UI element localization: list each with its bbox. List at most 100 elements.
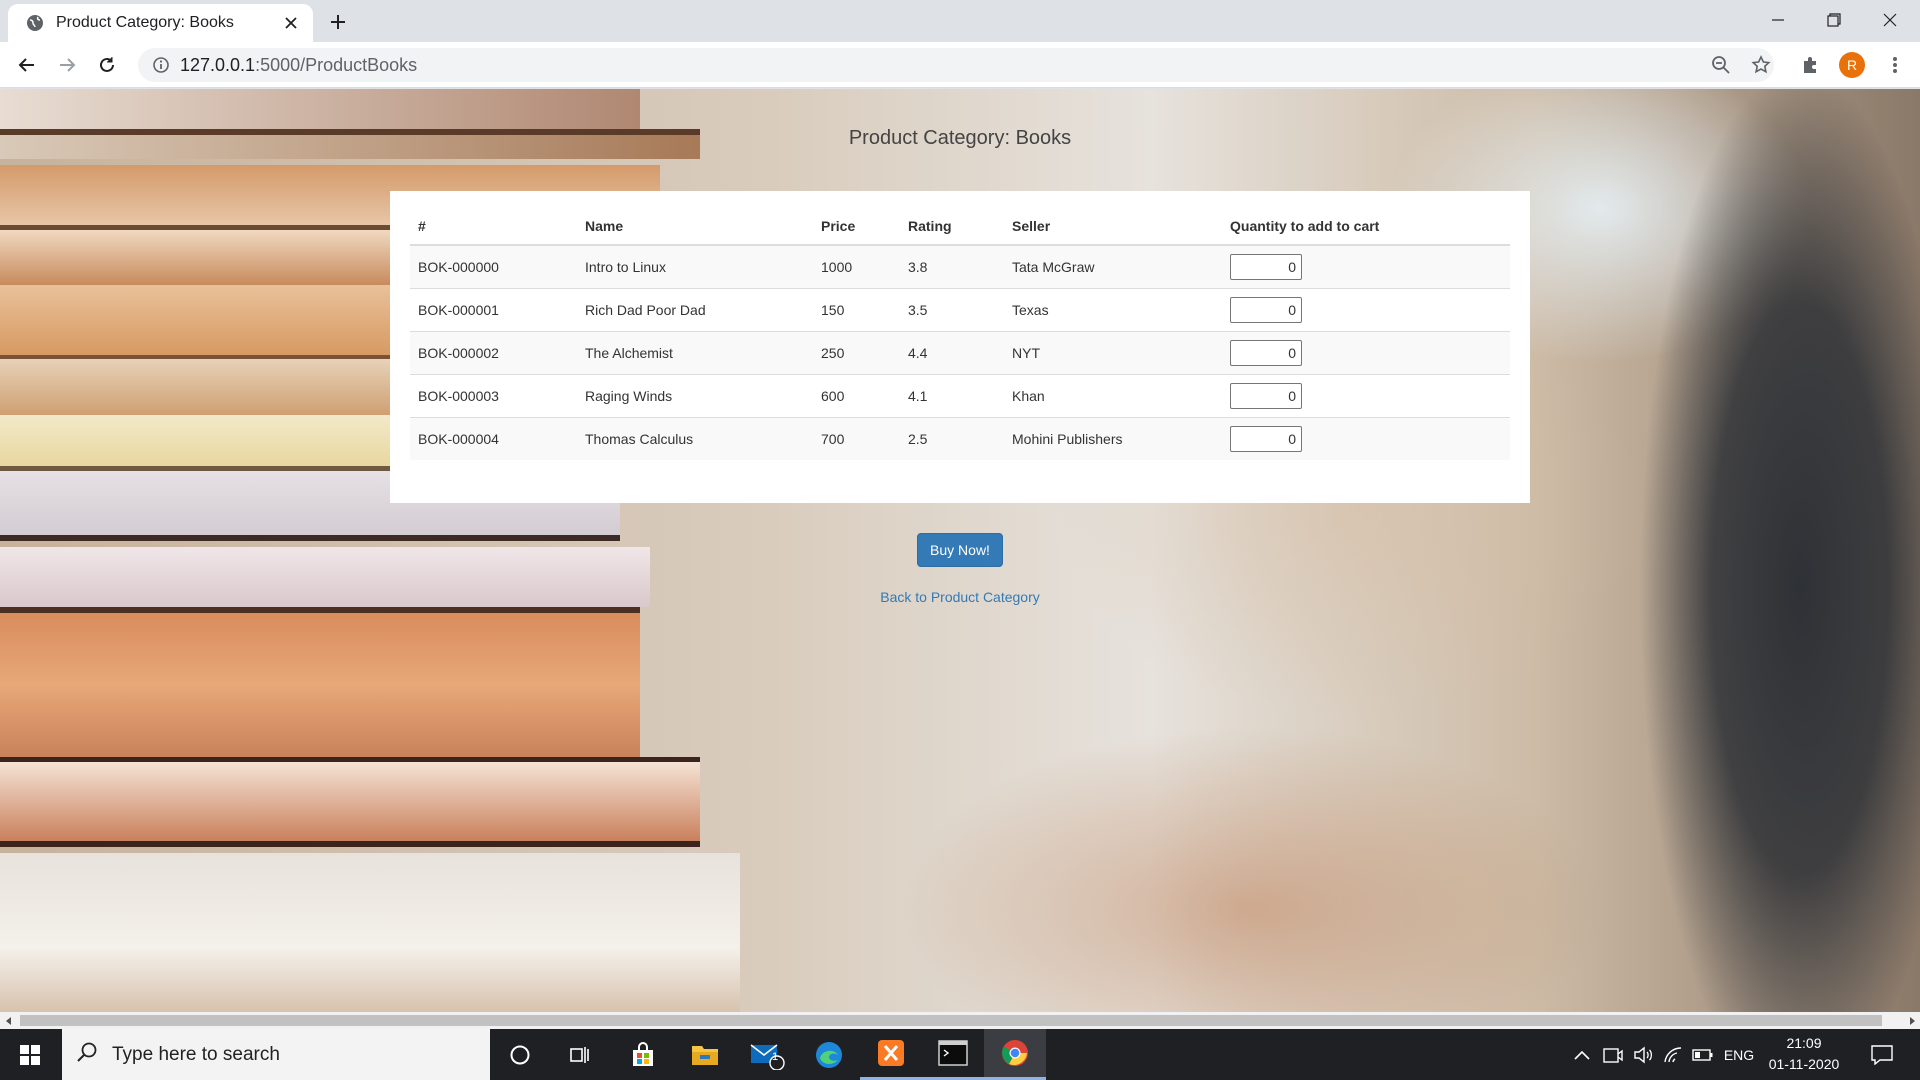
browser-tab[interactable]: Product Category: Books (8, 4, 313, 42)
back-to-category-text[interactable]: Back to Product Category (880, 589, 1040, 605)
product-price: 250 (813, 330, 900, 374)
product-price: 1000 (813, 244, 900, 288)
col-header-rating: Rating (900, 207, 1004, 246)
restore-button[interactable] (1806, 0, 1862, 40)
clock-time: 21:09 (1786, 1035, 1822, 1051)
task-view-icon[interactable] (550, 1029, 610, 1080)
edge-icon[interactable] (798, 1029, 860, 1080)
product-rating: 4.1 (900, 373, 1004, 417)
product-id: BOK-000004 (410, 416, 577, 460)
notifications-icon[interactable] (1862, 1029, 1902, 1080)
scroll-left-arrow-icon[interactable] (0, 1012, 17, 1029)
product-name: Raging Winds (577, 373, 813, 417)
extensions-puzzle-icon[interactable] (1796, 50, 1826, 80)
product-seller: Texas (1004, 287, 1222, 331)
windows-taskbar: Type here to search 1 ENG 21:09 01-11-20… (0, 1029, 1920, 1080)
language-text: ENG (1723, 1046, 1755, 1063)
product-seller: Tata McGraw (1004, 244, 1222, 288)
browser-menu-icon[interactable] (1880, 50, 1910, 80)
taskbar-search-box[interactable]: Type here to search (62, 1029, 490, 1080)
cortana-icon[interactable] (490, 1029, 550, 1080)
product-price: 150 (813, 287, 900, 331)
globe-icon (26, 14, 44, 32)
product-name: Intro to Linux (577, 244, 813, 288)
product-rating: 4.4 (900, 330, 1004, 374)
windows-start-icon[interactable] (0, 1029, 60, 1080)
scroll-right-arrow-icon[interactable] (1903, 1012, 1920, 1029)
col-header-quantity: Quantity to add to cart (1222, 207, 1510, 246)
product-seller: Khan (1004, 373, 1222, 417)
chevron-up-icon[interactable] (1566, 1029, 1598, 1080)
quantity-cell: 0 (1222, 330, 1510, 374)
horizontal-scrollbar[interactable] (0, 1012, 1920, 1029)
address-bar[interactable]: 127.0.0.1:5000/ProductBooks (138, 48, 1774, 82)
new-tab-button[interactable] (324, 8, 352, 36)
product-rating: 3.5 (900, 287, 1004, 331)
table-row: BOK-000000 Intro to Linux 1000 3.8 Tata … (410, 244, 1510, 288)
product-rating: 3.8 (900, 244, 1004, 288)
table-row: BOK-000002 The Alchemist 250 4.4 NYT 0 (410, 330, 1510, 374)
taskbar-clock[interactable]: 21:09 01-11-2020 (1754, 1033, 1854, 1075)
buy-now-button[interactable]: Buy Now! (917, 533, 1003, 567)
language-indicator[interactable]: ENG (1722, 1029, 1756, 1080)
zoom-icon[interactable] (1706, 50, 1736, 80)
page-viewport: Product Category: Books # Name Price Rat… (0, 89, 1920, 1012)
profile-avatar[interactable]: R (1839, 52, 1865, 78)
mail-icon[interactable]: 1 (736, 1029, 798, 1080)
terminal-icon[interactable] (922, 1029, 984, 1080)
xampp-icon[interactable] (860, 1029, 922, 1080)
table-row: BOK-000004 Thomas Calculus 700 2.5 Mohin… (410, 416, 1510, 460)
products-panel: # Name Price Rating Seller Quantity to a… (390, 191, 1530, 503)
quantity-cell: 0 (1222, 416, 1510, 460)
quantity-input[interactable]: 0 (1230, 296, 1302, 323)
product-seller: Mohini Publishers (1004, 416, 1222, 460)
product-rating: 2.5 (900, 416, 1004, 460)
page-title: Product Category: Books (848, 127, 1072, 149)
search-placeholder: Type here to search (112, 1043, 280, 1065)
col-header-price: Price (813, 207, 900, 246)
battery-icon[interactable] (1688, 1029, 1718, 1080)
product-name: Thomas Calculus (577, 416, 813, 460)
browser-toolbar: 127.0.0.1:5000/ProductBooks (0, 42, 1920, 88)
quantity-cell: 0 (1222, 244, 1510, 288)
quantity-input[interactable]: 0 (1230, 425, 1302, 452)
products-table: # Name Price Rating Seller Quantity to a… (410, 207, 1510, 460)
product-id: BOK-000003 (410, 373, 577, 417)
store-icon[interactable] (612, 1029, 674, 1080)
back-to-category-link: Back to Product Category (0, 589, 1920, 605)
volume-icon[interactable] (1628, 1029, 1658, 1080)
product-id: BOK-000002 (410, 330, 577, 374)
close-tab-icon[interactable] (281, 13, 301, 33)
back-arrow-icon[interactable] (12, 50, 42, 80)
reload-icon[interactable] (92, 50, 122, 80)
quantity-cell: 0 (1222, 287, 1510, 331)
quantity-input[interactable]: 0 (1230, 382, 1302, 409)
file-explorer-icon[interactable] (674, 1029, 736, 1080)
bookmark-star-icon[interactable] (1746, 50, 1776, 80)
close-window-button[interactable] (1862, 0, 1918, 40)
info-icon[interactable] (152, 56, 170, 74)
table-row: BOK-000001 Rich Dad Poor Dad 150 3.5 Tex… (410, 287, 1510, 331)
mail-badge: 1 (772, 1051, 779, 1063)
scrollbar-thumb[interactable] (20, 1015, 1882, 1026)
forward-arrow-icon[interactable] (52, 50, 82, 80)
quantity-input[interactable]: 0 (1230, 339, 1302, 366)
table-header-row: # Name Price Rating Seller Quantity to a… (410, 207, 1510, 246)
tab-title: Product Category: Books (56, 14, 234, 31)
chrome-icon[interactable] (984, 1029, 1046, 1080)
browser-tab-strip: Product Category: Books (0, 0, 1920, 42)
meet-now-icon[interactable] (1598, 1029, 1628, 1080)
product-price: 600 (813, 373, 900, 417)
product-id: BOK-000000 (410, 244, 577, 288)
product-name: The Alchemist (577, 330, 813, 374)
minimize-button[interactable] (1750, 0, 1806, 40)
table-row: BOK-000003 Raging Winds 600 4.1 Khan 0 (410, 373, 1510, 417)
quantity-cell: 0 (1222, 373, 1510, 417)
product-name: Rich Dad Poor Dad (577, 287, 813, 331)
search-icon (76, 1041, 98, 1068)
quantity-input[interactable]: 0 (1230, 253, 1302, 280)
clock-date: 01-11-2020 (1768, 1056, 1840, 1072)
product-id: BOK-000001 (410, 287, 577, 331)
wifi-icon[interactable] (1658, 1029, 1688, 1080)
col-header-seller: Seller (1004, 207, 1222, 246)
